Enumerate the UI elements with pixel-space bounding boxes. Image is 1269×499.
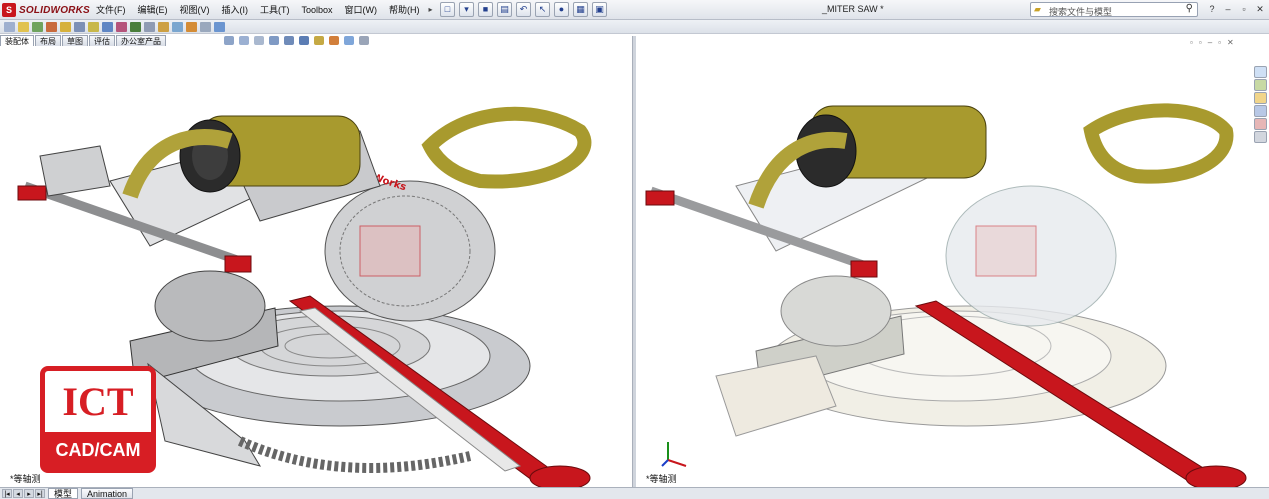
file-explorer-tab-icon[interactable] [1254, 92, 1267, 104]
tab-sketch[interactable]: 草图 [62, 35, 88, 46]
custom-properties-tab-icon[interactable] [1254, 131, 1267, 143]
view-settings-icon[interactable] [359, 36, 369, 45]
document-title: _MITER SAW * [822, 4, 884, 14]
viewport-tile-icon[interactable]: ▫ [1199, 38, 1202, 47]
viewport-window-controls: ▫ ▫ – ▫ ✕ [1190, 38, 1234, 47]
ict-logo-bottom: CAD/CAM [45, 432, 151, 468]
zoom-to-fit-icon[interactable] [224, 36, 234, 45]
viewport-minimize-icon[interactable]: – [1208, 38, 1212, 47]
solidworks-logo-icon: S [2, 3, 16, 17]
menu-toolbox[interactable]: Toolbox [296, 3, 339, 17]
zoom-area-icon[interactable] [239, 36, 249, 45]
menu-help[interactable]: 帮助(H) [383, 3, 426, 17]
ict-cad-cam-watermark-logo: ICT CAD/CAM [40, 366, 156, 473]
left-view-orientation-label: *等轴测 [10, 474, 41, 484]
menu-window[interactable]: 窗口(W) [339, 3, 384, 17]
tab-office-products[interactable]: 办公室产品 [116, 35, 166, 46]
tab-layout[interactable]: 布局 [35, 35, 61, 46]
edit-appearance-icon[interactable] [329, 36, 339, 45]
help-icon[interactable]: ? [1205, 2, 1219, 16]
reference-geometry-icon[interactable] [116, 21, 127, 32]
bill-of-materials-icon[interactable] [144, 21, 155, 32]
previous-view-icon[interactable] [254, 36, 264, 45]
mate-icon[interactable] [32, 21, 43, 32]
select-icon[interactable]: ↖ [535, 2, 550, 17]
close-icon[interactable]: ✕ [1253, 2, 1267, 16]
show-hidden-icon[interactable] [88, 21, 99, 32]
window-controls: ? – ▫ ✕ [1205, 2, 1267, 16]
view-palette-tab-icon[interactable] [1254, 105, 1267, 117]
resources-tab-icon[interactable] [1254, 66, 1267, 78]
insert-component-icon[interactable] [4, 21, 15, 32]
open-folder-icon[interactable]: ▾ [459, 2, 474, 17]
scroll-next-icon[interactable]: ▸ [24, 489, 34, 498]
cad-cam-logo-text: CAD/CAM [55, 439, 141, 460]
smart-fasteners-icon[interactable] [60, 21, 71, 32]
coordinate-triad-icon [661, 442, 687, 467]
tab-animation[interactable]: Animation [81, 488, 134, 499]
menu-file[interactable]: 文件(F) [90, 3, 132, 17]
app-logo[interactable]: S SOLIDWORKS [2, 2, 90, 18]
search-icon[interactable]: ⚲ [1186, 3, 1193, 14]
menu-pin-icon[interactable]: ▸ [426, 3, 436, 17]
apply-scene-icon[interactable] [344, 36, 354, 45]
search-field[interactable]: ▰ 搜索文件与模型 ⚲ [1030, 2, 1198, 17]
hide-show-items-icon[interactable] [314, 36, 324, 45]
view-orientation-icon[interactable] [284, 36, 294, 45]
assembly-features-icon[interactable] [102, 21, 113, 32]
right-view-orientation-label: *等轴测 [646, 474, 677, 484]
explode-line-sketch-icon[interactable] [172, 21, 183, 32]
solidworks-window: S SOLIDWORKS 文件(F) 编辑(E) 视图(V) 插入(I) 工具(… [0, 0, 1269, 499]
scroll-prev-icon[interactable]: ◂ [13, 489, 23, 498]
print-icon[interactable]: ▤ [497, 2, 512, 17]
menu-tools[interactable]: 工具(T) [254, 3, 296, 17]
new-document-icon[interactable]: □ [440, 2, 455, 17]
design-library-tab-icon[interactable] [1254, 79, 1267, 91]
ict-logo-top: ICT [45, 371, 151, 432]
quick-access-toolbar: □ ▾ ■ ▤ ↶ ↖ ● ▦ ▣ [440, 2, 607, 17]
restore-icon[interactable]: ▫ [1237, 2, 1251, 16]
menu-view[interactable]: 视图(V) [174, 3, 216, 17]
tab-evaluate[interactable]: 评估 [89, 35, 115, 46]
folder-icon: ▰ [1034, 4, 1041, 14]
miter-saw-transparent-model [645, 103, 1247, 487]
clearance-verification-icon[interactable] [200, 21, 211, 32]
logo-text: SOLIDWORKS [19, 4, 90, 16]
file-properties-icon[interactable]: ▦ [573, 2, 588, 17]
options-icon[interactable]: ▣ [592, 2, 607, 17]
command-toolbar [0, 20, 1269, 34]
menu-insert[interactable]: 插入(I) [216, 3, 255, 17]
tab-assembly[interactable]: 装配体 [0, 35, 34, 46]
move-component-icon[interactable] [74, 21, 85, 32]
save-icon[interactable]: ■ [478, 2, 493, 17]
right-graphics-viewport[interactable]: *等轴测 [636, 46, 1269, 487]
menu-bar: 文件(F) 编辑(E) 视图(V) 插入(I) 工具(T) Toolbox 窗口… [90, 3, 436, 17]
rebuild-icon[interactable]: ● [554, 2, 569, 17]
display-style-icon[interactable] [299, 36, 309, 45]
undo-icon[interactable]: ↶ [516, 2, 531, 17]
interference-detection-icon[interactable] [186, 21, 197, 32]
viewport-maximize-icon[interactable]: ▫ [1218, 38, 1221, 47]
heads-up-view-toolbar [224, 36, 369, 45]
new-part-icon[interactable] [18, 21, 29, 32]
scroll-first-icon[interactable]: |◂ [2, 489, 12, 498]
instant3d-icon[interactable] [214, 21, 225, 32]
tab-scroll-arrows: |◂ ◂ ▸ ▸| [0, 489, 45, 498]
viewport-close-icon[interactable]: ✕ [1227, 38, 1234, 47]
section-view-icon[interactable] [269, 36, 279, 45]
ict-logo-text: ICT [62, 378, 134, 424]
viewport-restore-icon[interactable]: ▫ [1190, 38, 1193, 47]
appearances-tab-icon[interactable] [1254, 118, 1267, 130]
task-pane-tabs [1254, 66, 1268, 143]
menu-edit[interactable]: 编辑(E) [132, 3, 174, 17]
tab-model[interactable]: 模型 [48, 488, 79, 499]
title-bar: S SOLIDWORKS 文件(F) 编辑(E) 视图(V) 插入(I) 工具(… [0, 0, 1269, 20]
new-motion-study-icon[interactable] [130, 21, 141, 32]
search-placeholder: 搜索文件与模型 [1049, 7, 1113, 17]
bottom-tab-bar: |◂ ◂ ▸ ▸| 模型 Animation [0, 487, 1269, 499]
exploded-view-icon[interactable] [158, 21, 169, 32]
minimize-icon[interactable]: – [1221, 2, 1235, 16]
scroll-last-icon[interactable]: ▸| [35, 489, 45, 498]
linear-pattern-icon[interactable] [46, 21, 57, 32]
